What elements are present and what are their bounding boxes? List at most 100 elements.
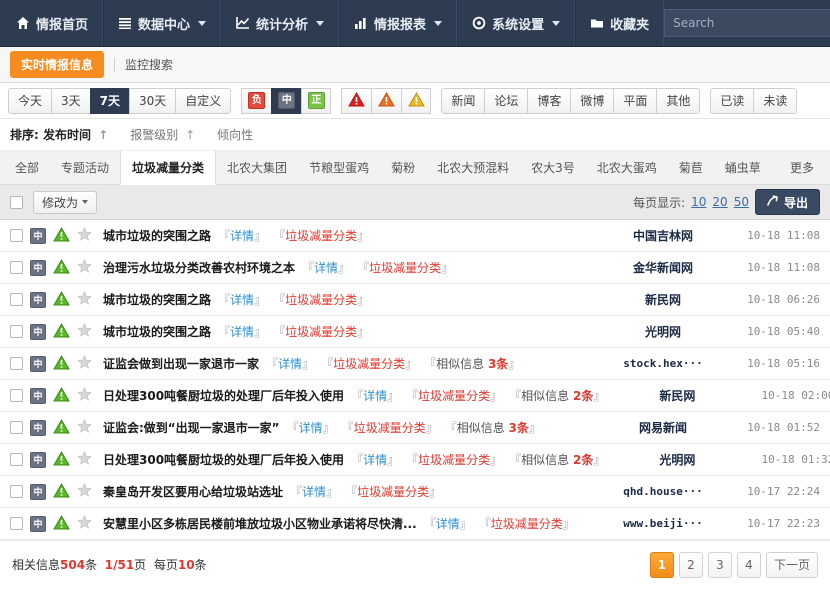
category-tab-grain-saving-hen[interactable]: 节粮型蛋鸡 [298,151,380,184]
page-button-2[interactable]: 2 [678,551,703,578]
row-favorite-star-icon[interactable] [77,354,92,373]
filter-blog[interactable]: 博客 [527,87,571,114]
table-row[interactable]: 中 日处理300吨餐厨垃圾的处理厂后年投入使用 『详情』 『垃圾减量分类』 『相似信息 … [0,380,830,412]
nav-item-home[interactable]: 情报首页 [2,0,104,46]
search-input[interactable] [664,9,830,37]
table-row[interactable]: 中 日处理300吨餐厨垃圾的处理厂后年投入使用 『详情』 『垃圾减量分类』 『相似信息 … [0,444,830,476]
category-tab-beinongda-group[interactable]: 北农大集团 [216,151,298,184]
row-category-tag[interactable]: 『垃圾减量分类』 [345,483,441,500]
filter-print[interactable]: 平面 [613,87,657,114]
row-detail-link[interactable]: 『详情』 [424,515,472,532]
row-similar-link[interactable]: 『相似信息 3条』 [445,419,541,436]
row-detail-link[interactable]: 『详情』 [302,259,350,276]
row-alert-icon[interactable] [53,290,70,309]
alert-high-button[interactable] [341,87,372,114]
row-similar-link[interactable]: 『相似信息 2条』 [509,451,605,468]
table-row[interactable]: 中 城市垃圾的突围之路 『详情』 『垃圾减量分类』 中国吉林网 10-18 11:08 [0,220,830,252]
table-row[interactable]: 中 城市垃圾的突围之路 『详情』 『垃圾减量分类』 新民网 10-18 06:26 [0,284,830,316]
filter-weibo[interactable]: 微博 [570,87,614,114]
nav-item-statistics[interactable]: 统计分析 [221,0,340,46]
row-favorite-star-icon[interactable] [77,482,92,501]
row-alert-icon[interactable] [53,258,70,277]
export-button[interactable]: 导出 [754,189,820,215]
row-similar-link[interactable]: 『相似信息 2条』 [509,387,605,404]
row-category-tag[interactable]: 『垃圾减量分类』 [273,227,369,244]
filter-forum[interactable]: 论坛 [484,87,528,114]
row-detail-link[interactable]: 『详情』 [218,227,266,244]
row-title[interactable]: 治理污水垃圾分类改善农村环境之本 [103,259,295,276]
row-title[interactable]: 城市垃圾的突围之路 [103,323,211,340]
row-checkbox[interactable] [10,293,23,306]
row-source[interactable]: 光明网 [598,323,728,340]
nav-item-reports[interactable]: 情报报表 [339,0,458,46]
row-alert-icon[interactable] [53,386,70,405]
filter-custom[interactable]: 自定义 [175,87,232,114]
nav-item-favorites[interactable]: 收藏夹 [575,0,665,46]
row-detail-link[interactable]: 『详情』 [218,291,266,308]
row-detail-link[interactable]: 『详情』 [266,355,314,372]
row-favorite-star-icon[interactable] [77,386,92,405]
row-detail-link[interactable]: 『详情』 [290,483,338,500]
row-favorite-star-icon[interactable] [77,322,92,341]
category-tab-waste-reduction[interactable]: 垃圾减量分类 [120,151,217,185]
table-row[interactable]: 中 安慧里小区多栋居民楼前堆放垃圾小区物业承诺将尽快清... 『详情』 『垃圾减量分类… [0,508,830,540]
category-tab-premix[interactable]: 北农大预混料 [426,151,520,184]
sentiment-negative-button[interactable]: 负 [241,87,272,114]
row-sentiment-badge[interactable]: 中 [30,355,46,372]
row-checkbox[interactable] [10,261,23,274]
modify-to-dropdown[interactable]: 修改为 [33,190,98,214]
row-source[interactable]: www.beiji··· [598,517,728,530]
row-sentiment-badge[interactable]: 中 [30,419,46,436]
filter-read[interactable]: 已读 [710,87,754,114]
row-checkbox[interactable] [10,517,23,530]
table-row[interactable]: 中 证监会做到出现一家退市一家 『详情』 『垃圾减量分类』 『相似信息 3条』 stock… [0,348,830,380]
row-detail-link[interactable]: 『详情』 [287,419,335,436]
row-checkbox[interactable] [10,421,23,434]
category-tab-cordyceps[interactable]: 蛹虫草 [714,151,772,184]
row-category-tag[interactable]: 『垃圾减量分类』 [406,387,502,404]
row-category-tag[interactable]: 『垃圾减量分类』 [273,291,369,308]
row-sentiment-badge[interactable]: 中 [30,387,46,404]
row-checkbox[interactable] [10,389,23,402]
table-row[interactable]: 中 证监会:做到“出现一家退市一家” 『详情』 『垃圾减量分类』 『相似信息 3条』 网易… [0,412,830,444]
row-title[interactable]: 城市垃圾的突围之路 [103,227,211,244]
page-button-1[interactable]: 1 [649,551,674,578]
alert-medium-button[interactable] [371,87,402,114]
row-checkbox[interactable] [10,325,23,338]
row-favorite-star-icon[interactable] [77,418,92,437]
filter-today[interactable]: 今天 [8,87,52,114]
row-alert-icon[interactable] [53,514,70,533]
row-alert-icon[interactable] [53,322,70,341]
row-favorite-star-icon[interactable] [77,226,92,245]
filter-7days[interactable]: 7天 [89,87,130,114]
row-detail-link[interactable]: 『详情』 [351,451,399,468]
next-page-button[interactable]: 下一页 [765,551,818,578]
per-page-50[interactable]: 50 [734,195,749,209]
row-source[interactable]: stock.hex··· [598,357,728,370]
page-button-4[interactable]: 4 [736,551,761,578]
row-alert-icon[interactable] [53,450,70,469]
row-alert-icon[interactable] [53,482,70,501]
row-checkbox[interactable] [10,357,23,370]
row-title[interactable]: 日处理300吨餐厨垃圾的处理厂后年投入使用 [103,451,344,468]
row-sentiment-badge[interactable]: 中 [30,259,46,276]
row-favorite-star-icon[interactable] [77,290,92,309]
tab-realtime-intel[interactable]: 实时情报信息 [10,51,105,78]
row-title[interactable]: 安慧里小区多栋居民楼前堆放垃圾小区物业承诺将尽快清... [103,515,417,532]
category-tab-beinongda-egg[interactable]: 北农大蛋鸡 [586,151,668,184]
row-category-tag[interactable]: 『垃圾减量分类』 [321,355,417,372]
per-page-20[interactable]: 20 [712,195,727,209]
row-source[interactable]: 中国吉林网 [598,227,728,244]
row-alert-icon[interactable] [53,226,70,245]
row-sentiment-badge[interactable]: 中 [30,451,46,468]
category-tab-nongda3[interactable]: 农大3号 [520,151,586,184]
category-tab-chicory[interactable]: 菊苣 [668,151,714,184]
row-category-tag[interactable]: 『垃圾减量分类』 [479,515,575,532]
row-category-tag[interactable]: 『垃圾减量分类』 [357,259,453,276]
table-row[interactable]: 中 治理污水垃圾分类改善农村环境之本 『详情』 『垃圾减量分类』 金华新闻网 10-18 … [0,252,830,284]
row-checkbox[interactable] [10,485,23,498]
row-checkbox[interactable] [10,229,23,242]
sentiment-neutral-button[interactable]: 中 [271,87,302,114]
tab-monitor-search[interactable]: 监控搜索 [125,56,173,73]
filter-other[interactable]: 其他 [656,87,701,114]
